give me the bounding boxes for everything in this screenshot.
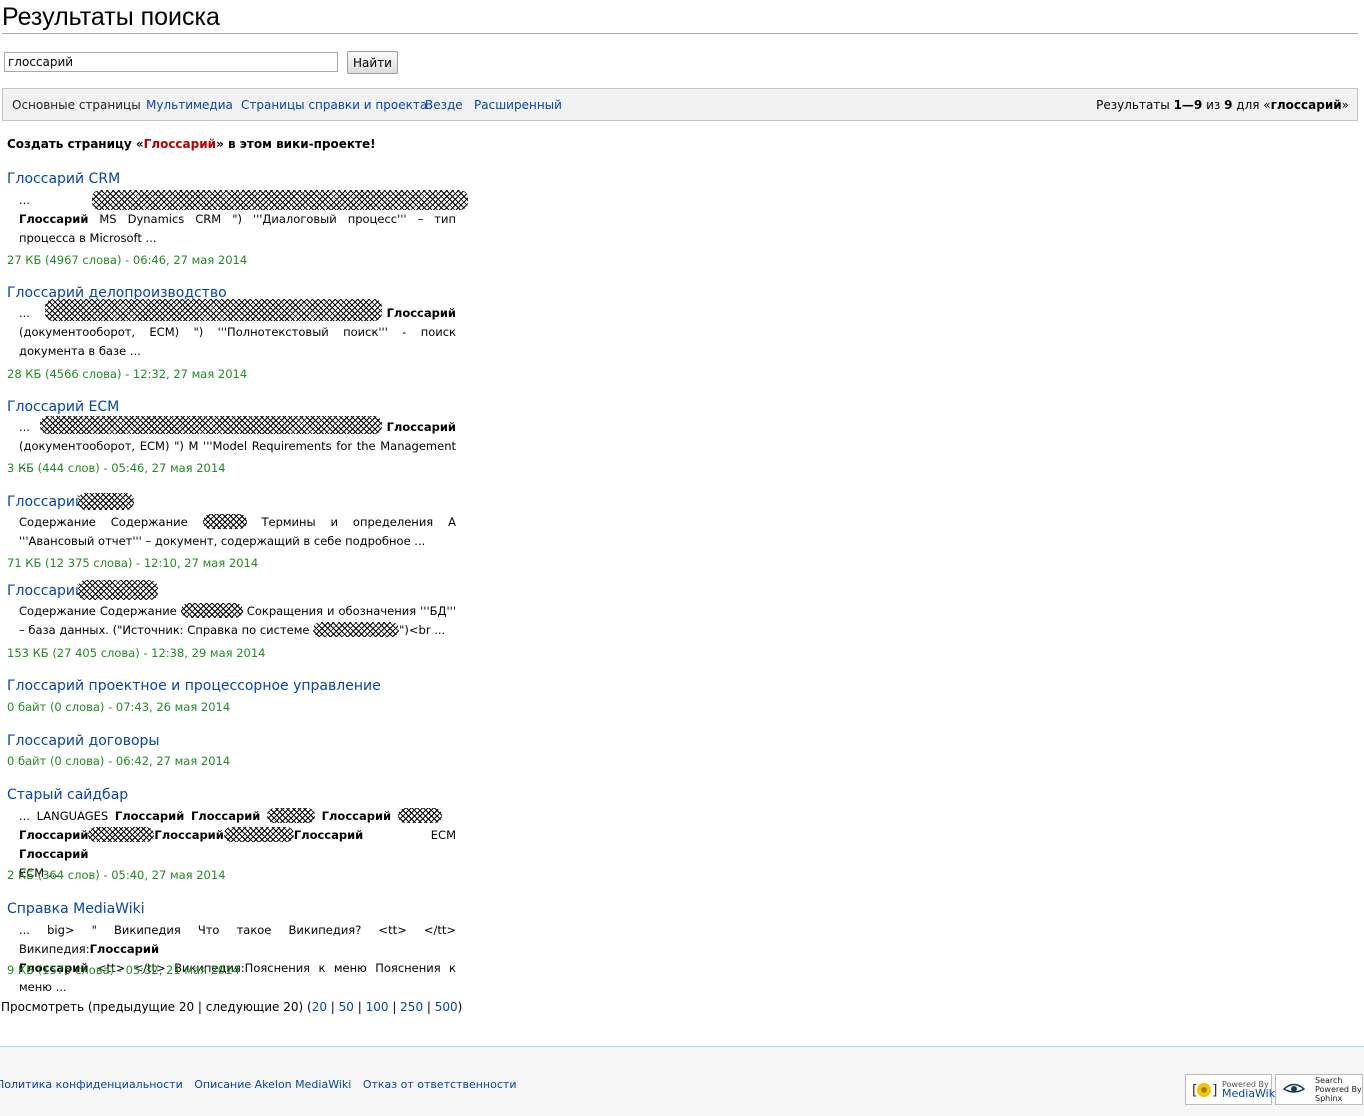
result-snippet: Содержание Содержание Сокращения и обозн…	[19, 603, 456, 637]
result-title-link[interactable]: Справка MediaWiki	[7, 900, 145, 918]
result-meta: 0 байт (0 слова) - 06:42, 27 мая 2014	[7, 754, 231, 768]
search-profile-tabs: Основные страницы Мультимедиа Страницы с…	[2, 88, 1358, 121]
footer-disclaimer-link[interactable]: Отказ от ответственности	[363, 1078, 517, 1091]
footer-links: Политика конфиденциальности Описание Ake…	[0, 1078, 524, 1092]
powered-by-mediawiki-badge[interactable]: [ ] Powered By MediaWiki	[1185, 1074, 1278, 1105]
result-meta: 2 КБ (364 слов) - 05:40, 27 мая 2014	[7, 868, 226, 882]
powered-by-sphinx-badge[interactable]: Search Powered By Sphinx	[1275, 1074, 1363, 1105]
result-title-link[interactable]: Глоссарий	[7, 493, 84, 511]
tab-help-pages[interactable]: Страницы справки и проекта	[241, 97, 427, 113]
result-meta: 3 КБ (444 слов) - 05:46, 27 мая 2014	[7, 461, 226, 475]
tab-advanced[interactable]: Расширенный	[474, 97, 562, 113]
footer-about-link[interactable]: Описание Akelon MediaWiki	[194, 1078, 351, 1091]
search-input[interactable]	[4, 52, 338, 72]
redacted-mark	[267, 808, 316, 823]
footer-divider	[0, 1046, 1364, 1047]
results-info: Результаты 1—9 из 9 для «глоссарий»	[1096, 98, 1349, 112]
result-meta: 153 КБ (27 405 слова) - 12:38, 29 мая 20…	[7, 646, 266, 660]
result-snippet: ... Глоссарий MS Dynamics CRM ") '''Диал…	[19, 193, 456, 245]
svg-text:]: ]	[1211, 1083, 1218, 1099]
pager-limit-250[interactable]: 250	[400, 1000, 423, 1014]
result-title-link[interactable]: Глоссарий договоры	[7, 732, 159, 750]
page-title: Результаты поиска	[2, 2, 1358, 34]
result-meta: 28 КБ (4566 слова) - 12:32, 27 мая 2014	[7, 367, 248, 381]
result-title-link[interactable]: Глоссарий проектное и процессорное управ…	[7, 677, 381, 695]
result-title-link[interactable]: Глоссарий	[7, 582, 84, 600]
redacted-mark	[397, 808, 442, 823]
redacted-mark	[202, 514, 247, 529]
result-snippet: Содержание Содержание Термины и определе…	[19, 514, 456, 548]
tab-main-pages[interactable]: Основные страницы	[12, 97, 141, 113]
result-meta: 0 байт (0 слова) - 07:43, 26 мая 2014	[7, 700, 231, 714]
redacted-mark	[88, 827, 155, 842]
footer-privacy-link[interactable]: Политика конфиденциальности	[0, 1078, 183, 1091]
tab-everywhere[interactable]: Везде	[425, 97, 463, 113]
redacted-mark	[223, 827, 294, 842]
pager-limit-500[interactable]: 500	[435, 1000, 458, 1014]
create-page-link[interactable]: Глоссарий	[144, 137, 216, 151]
redacted-mark	[78, 493, 134, 510]
pager-limit-20[interactable]: 20	[312, 1000, 327, 1014]
result-meta: 9 КБ (1575 слова) - 05:32, 21 мая 2014	[7, 963, 240, 977]
result-meta: 71 КБ (12 375 слова) - 12:10, 27 мая 201…	[7, 556, 259, 570]
pagination: Просмотреть (предыдущие 20 | следующие 2…	[1, 1000, 463, 1014]
result-title-link[interactable]: Глоссарий ECM	[7, 398, 119, 416]
pager-limit-100[interactable]: 100	[366, 1000, 389, 1014]
redacted-mark	[180, 603, 243, 618]
mediawiki-flower-icon: [ ]	[1190, 1083, 1218, 1099]
result-snippet: ... Глоссарий (документооборот, ECM) ") '…	[19, 306, 456, 358]
redacted-mark	[313, 622, 400, 637]
tab-multimedia[interactable]: Мультимедиа	[146, 97, 233, 113]
create-page-notice: Создать страницу «Глоссарий» в этом вики…	[7, 137, 376, 151]
redacted-mark	[78, 580, 158, 600]
result-title-link[interactable]: Глоссарий CRM	[7, 170, 120, 188]
pager-limit-50[interactable]: 50	[339, 1000, 354, 1014]
sphinx-eye-icon	[1283, 1083, 1305, 1093]
search-button[interactable]: Найти	[347, 51, 398, 74]
result-snippet: ... big> " Википедия Что такое Википедия…	[19, 923, 456, 994]
result-title-link[interactable]: Старый сайдбар	[7, 786, 128, 804]
result-meta: 27 КБ (4967 слова) - 06:46, 27 мая 2014	[7, 253, 248, 267]
